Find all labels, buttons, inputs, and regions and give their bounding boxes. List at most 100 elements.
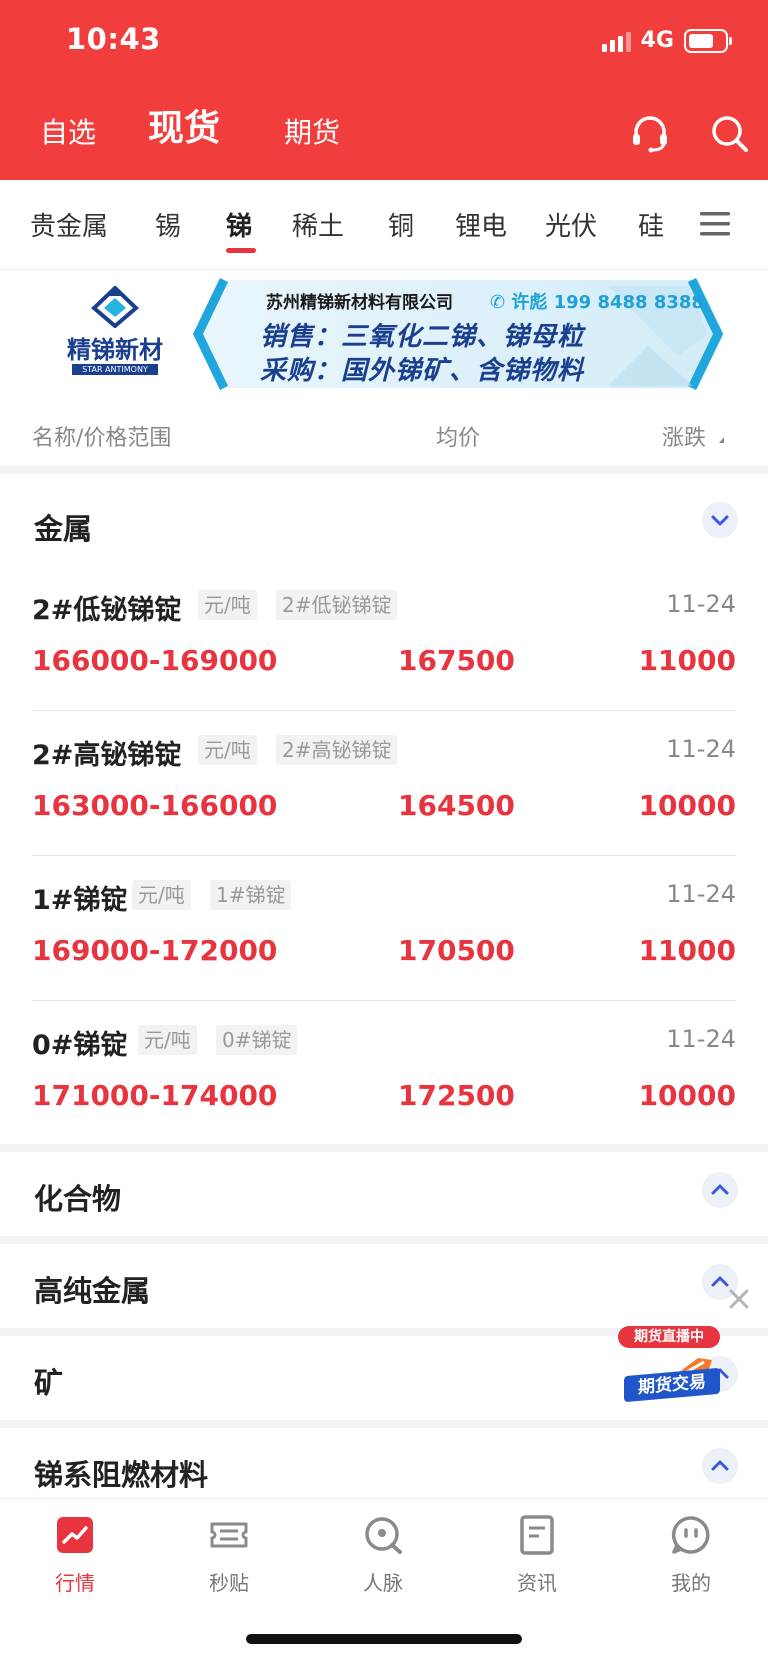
section-title: 锑系阻燃材料 <box>34 1458 209 1492</box>
company-logo: 精锑新材 STAR ANTIMONY <box>50 286 180 381</box>
tab-watchlist[interactable]: 自选 <box>40 108 96 158</box>
spec-tag: 2#低铋锑锭 <box>276 590 398 620</box>
price-range: 163000-166000 <box>32 789 278 822</box>
chevron-up-icon[interactable] <box>702 1448 738 1484</box>
section-separator <box>0 1144 768 1152</box>
average-price: 170500 <box>398 934 515 967</box>
section-title: 化合物 <box>34 1182 122 1216</box>
logo-subtitle: STAR ANTIMONY <box>72 364 158 375</box>
unit-tag: 元/吨 <box>132 880 191 910</box>
tab-profile[interactable]: 我的 <box>636 1515 746 1595</box>
category-rare-earth[interactable]: 稀土 <box>292 206 344 243</box>
category-bar: 贵金属 锡 锑 稀土 铜 锂电 光伏 硅 <box>0 180 768 270</box>
menu-icon[interactable] <box>700 210 730 238</box>
unit-tag: 元/吨 <box>198 735 257 765</box>
section-title: 金属 <box>34 512 93 546</box>
battery-icon <box>684 28 732 53</box>
tab-futures[interactable]: 期货 <box>284 108 340 158</box>
live-badge: 期货直播中 <box>618 1326 720 1348</box>
chevron-up-icon[interactable] <box>702 1172 738 1208</box>
close-icon[interactable] <box>726 1286 752 1312</box>
profile-icon <box>671 1516 710 1554</box>
column-name: 名称/价格范围 <box>32 426 172 451</box>
tab-label: 行情 <box>55 1571 95 1595</box>
column-change[interactable]: 涨跌 <box>662 420 706 452</box>
search-icon[interactable] <box>708 112 752 156</box>
header-bar: 10:43 4G 自选 现货 期货 <box>0 0 768 180</box>
list-item[interactable]: 2#高铋锑锭 元/吨 2#高铋锑锭 11-24 163000-166000 16… <box>32 711 736 856</box>
customer-service-icon[interactable] <box>628 112 672 156</box>
tab-label: 人脉 <box>363 1571 403 1595</box>
price-change: 10000 <box>638 789 736 822</box>
item-name: 1#锑锭 <box>32 885 128 916</box>
category-lithium[interactable]: 锂电 <box>455 206 507 243</box>
tab-contacts[interactable]: 人脉 <box>328 1515 438 1595</box>
average-price: 164500 <box>398 789 515 822</box>
average-price: 167500 <box>398 644 515 677</box>
tab-spot[interactable]: 现货 <box>148 104 220 154</box>
phone-icon: ✆ <box>490 292 512 313</box>
category-antimony[interactable]: 锑 <box>226 206 252 243</box>
tab-label: 秒贴 <box>209 1571 249 1595</box>
unit-tag: 元/吨 <box>198 590 257 620</box>
average-price: 172500 <box>398 1079 515 1112</box>
banner-company: 苏州精锑新材料有限公司 <box>266 293 453 313</box>
signal-icon <box>601 30 631 52</box>
price-range: 166000-169000 <box>32 644 278 677</box>
price-range: 171000-174000 <box>32 1079 278 1112</box>
spec-tag: 2#高铋锑锭 <box>276 735 398 765</box>
futures-live-float-ad[interactable]: 期货直播中 期货交易 <box>618 1326 722 1412</box>
chart-icon <box>57 1517 93 1553</box>
spec-tag: 1#锑锭 <box>210 880 292 910</box>
ad-banner[interactable]: 精锑新材 STAR ANTIMONY 苏州精锑新材料有限公司 ✆ 许彪 199 … <box>28 272 740 394</box>
list-item[interactable]: 0#锑锭 元/吨 0#锑锭 11-24 171000-174000 172500… <box>32 1001 736 1146</box>
tab-label: 我的 <box>671 1571 711 1595</box>
list-item[interactable]: 1#锑锭 元/吨 1#锑锭 11-24 169000-172000 170500… <box>32 856 736 1001</box>
spec-tag: 0#锑锭 <box>216 1025 298 1055</box>
banner-sales-line: 销售：三氧化二锑、锑母粒 <box>260 322 585 352</box>
tab-label: 资讯 <box>517 1571 557 1595</box>
price-change: 11000 <box>638 644 736 677</box>
banner-purchase-line: 采购：国外锑矿、含锑物料 <box>260 356 585 386</box>
category-precious-metals[interactable]: 贵金属 <box>30 206 108 243</box>
list-item[interactable]: 2#低铋锑锭 元/吨 2#低铋锑锭 11-24 166000-169000 16… <box>32 566 736 711</box>
tab-posts[interactable]: 秒贴 <box>174 1515 284 1595</box>
section-high-purity-header[interactable]: 高纯金属 <box>0 1244 768 1328</box>
status-indicators: 4G <box>601 28 732 53</box>
item-date: 11-24 <box>666 1025 736 1053</box>
item-date: 11-24 <box>666 735 736 763</box>
search-person-icon <box>365 1517 402 1554</box>
banner-phone: ✆ 许彪 199 8488 8388 <box>490 288 704 314</box>
logo-name: 精锑新材 <box>67 336 163 364</box>
section-metal-header[interactable]: 金属 <box>0 482 768 566</box>
item-date: 11-24 <box>666 880 736 908</box>
active-category-indicator <box>226 248 256 253</box>
network-type: 4G <box>640 28 674 53</box>
sort-icon[interactable] <box>719 437 724 443</box>
category-tin[interactable]: 锡 <box>155 206 181 243</box>
category-copper[interactable]: 铜 <box>388 206 414 243</box>
tab-news[interactable]: 资讯 <box>482 1515 592 1595</box>
tab-market[interactable]: 行情 <box>20 1515 130 1595</box>
column-average: 均价 <box>436 426 481 451</box>
banner-phone-text: 许彪 199 8488 8388 <box>511 292 704 313</box>
item-date: 11-24 <box>666 590 736 618</box>
section-separator <box>0 1420 768 1428</box>
section-title: 矿 <box>34 1366 64 1400</box>
column-header: 名称/价格范围 均价 涨跌 <box>0 400 768 474</box>
section-compound-header[interactable]: 化合物 <box>0 1152 768 1236</box>
price-change: 11000 <box>638 934 736 967</box>
section-separator <box>0 1236 768 1244</box>
item-name: 2#高铋锑锭 <box>32 740 182 771</box>
news-icon <box>520 1515 554 1555</box>
unit-tag: 元/吨 <box>138 1025 197 1055</box>
category-silicon[interactable]: 硅 <box>638 206 664 243</box>
home-indicator <box>246 1634 522 1644</box>
item-name: 0#锑锭 <box>32 1030 128 1061</box>
price-change: 10000 <box>638 1079 736 1112</box>
chevron-down-icon[interactable] <box>702 502 738 538</box>
category-photovoltaic[interactable]: 光伏 <box>545 206 597 243</box>
logo-mark-icon <box>91 286 139 328</box>
item-name: 2#低铋锑锭 <box>32 595 182 626</box>
section-title: 高纯金属 <box>34 1274 151 1308</box>
